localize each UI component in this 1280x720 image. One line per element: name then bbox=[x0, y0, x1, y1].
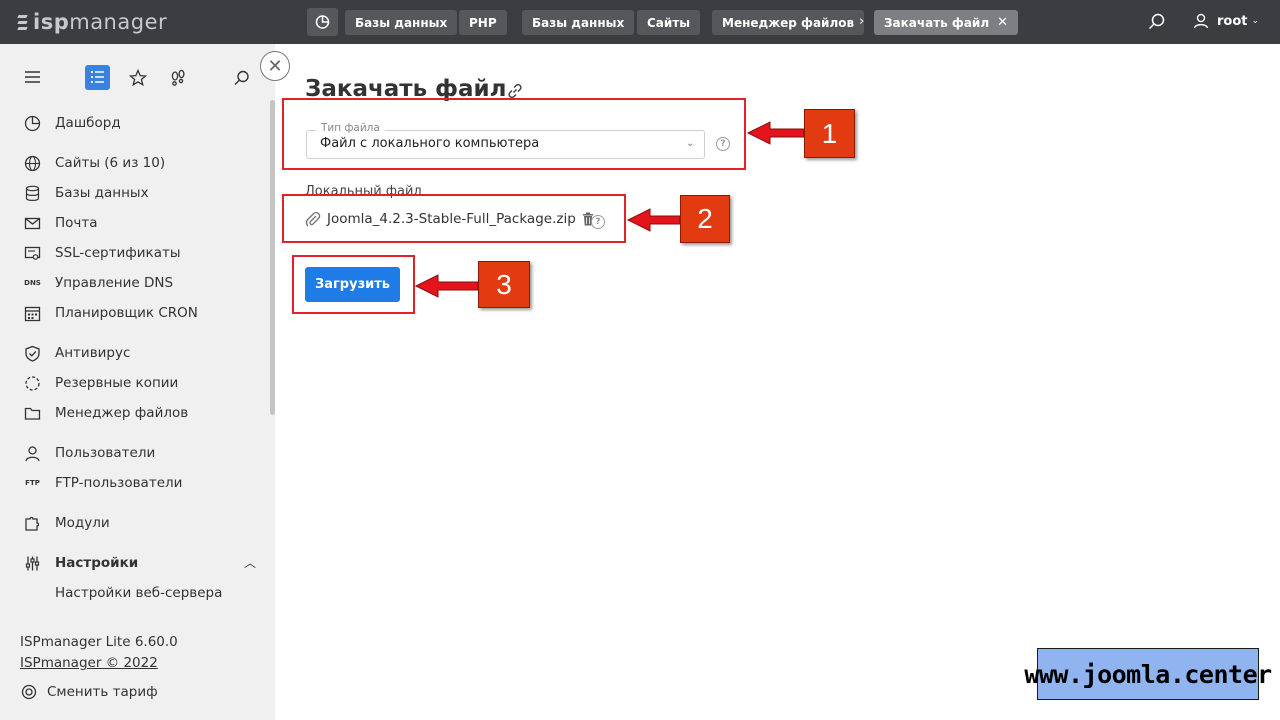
backup-icon bbox=[24, 375, 41, 392]
breadcrumb-separator: › bbox=[859, 14, 865, 29]
breadcrumb-home-button[interactable] bbox=[307, 8, 338, 36]
user-menu[interactable]: root ⌄ bbox=[1193, 13, 1259, 29]
watermark: www.joomla.center bbox=[1024, 648, 1272, 700]
tariff-icon bbox=[20, 684, 37, 701]
breadcrumb-file-manager[interactable]: Менеджер файлов bbox=[712, 10, 865, 35]
sidebar-item-antivirus[interactable]: Антивирус bbox=[24, 343, 130, 363]
annotation-badge-2: 2 bbox=[680, 195, 730, 243]
sidebar-item-sites[interactable]: Сайты (6 из 10) bbox=[24, 153, 165, 173]
menu-icon[interactable] bbox=[24, 70, 41, 84]
copyright-link[interactable]: ISPmanager © 2022 bbox=[20, 655, 158, 671]
sidebar-item-web-server-settings[interactable]: Настройки веб-сервера bbox=[55, 585, 222, 601]
sidebar-item-settings[interactable]: Настройки bbox=[24, 553, 138, 573]
list-icon bbox=[91, 71, 104, 83]
annotation-arrow-1 bbox=[746, 121, 805, 145]
annotation-box-1 bbox=[282, 98, 746, 170]
dashboard-icon bbox=[315, 15, 330, 29]
dns-icon: DNS bbox=[24, 279, 41, 287]
breadcrumb-sites[interactable]: Сайты bbox=[637, 10, 701, 35]
logo[interactable]: ispmanager bbox=[17, 9, 167, 35]
user-name: root bbox=[1217, 13, 1248, 29]
shield-icon bbox=[24, 345, 41, 362]
annotation-arrow-2 bbox=[626, 208, 681, 232]
breadcrumb-php[interactable]: PHP bbox=[459, 10, 507, 35]
breadcrumb-databases-2[interactable]: Базы данных bbox=[522, 10, 635, 35]
sidebar-item-ssl[interactable]: SSL-сертификаты bbox=[24, 243, 181, 263]
close-panel-button[interactable]: ✕ bbox=[260, 51, 290, 81]
sidebar-item-file-manager[interactable]: Менеджер файлов bbox=[24, 403, 188, 423]
sidebar-item-users[interactable]: Пользователи bbox=[24, 443, 155, 463]
sliders-icon bbox=[24, 555, 41, 572]
footprints-icon[interactable] bbox=[169, 69, 187, 87]
annotation-badge-3: 3 bbox=[478, 261, 530, 308]
user-icon bbox=[24, 445, 41, 462]
sidebar-item-dashboard[interactable]: Дашборд bbox=[24, 113, 121, 133]
sidebar-scrollbar[interactable] bbox=[270, 100, 275, 415]
star-icon[interactable] bbox=[129, 69, 147, 87]
logo-mark-icon bbox=[17, 14, 28, 30]
user-icon bbox=[1193, 13, 1209, 29]
breadcrumb-databases[interactable]: Базы данных bbox=[345, 10, 458, 35]
folder-icon bbox=[24, 405, 41, 422]
change-plan-link[interactable]: Сменить тариф bbox=[20, 682, 158, 702]
chevron-down-icon: ⌄ bbox=[1251, 16, 1260, 26]
annotation-box-3 bbox=[292, 255, 415, 314]
sidebar-item-backups[interactable]: Резервные копии bbox=[24, 373, 178, 393]
search-icon[interactable] bbox=[1147, 12, 1167, 32]
sidebar-item-dns[interactable]: DNS Управление DNS bbox=[24, 273, 173, 293]
annotation-arrow-3 bbox=[414, 274, 479, 298]
dashboard-icon bbox=[24, 115, 41, 132]
puzzle-icon bbox=[24, 515, 41, 532]
close-tab-icon[interactable]: ✕ bbox=[997, 15, 1008, 30]
top-bar: ispmanager Базы данных PHP Базы данных С… bbox=[0, 0, 1280, 44]
sidebar-item-modules[interactable]: Модули bbox=[24, 513, 110, 533]
annotation-box-2 bbox=[282, 194, 626, 243]
sidebar-item-mail[interactable]: Почта bbox=[24, 213, 98, 233]
search-icon[interactable] bbox=[233, 69, 251, 87]
globe-icon bbox=[24, 155, 41, 172]
certificate-icon bbox=[24, 245, 41, 262]
tab-menu-list[interactable] bbox=[85, 65, 110, 90]
version-label: ISPmanager Lite 6.60.0 bbox=[20, 634, 178, 650]
database-icon bbox=[24, 185, 41, 202]
sidebar-item-ftp-users[interactable]: FTP FTP-пользователи bbox=[24, 473, 182, 493]
ftp-icon: FTP bbox=[25, 478, 40, 487]
chevron-up-icon[interactable]: ︿ bbox=[244, 554, 256, 571]
annotation-badge-1: 1 bbox=[804, 109, 855, 158]
sidebar: Дашборд Сайты (6 из 10) Базы данных Почт… bbox=[0, 44, 275, 720]
breadcrumb-upload-file[interactable]: Закачать файл ✕ bbox=[874, 10, 1019, 35]
calendar-icon bbox=[24, 305, 41, 322]
sidebar-item-databases[interactable]: Базы данных bbox=[24, 183, 149, 203]
mail-icon bbox=[24, 215, 41, 232]
close-icon: ✕ bbox=[267, 55, 283, 77]
sidebar-item-cron[interactable]: Планировщик CRON bbox=[24, 303, 198, 323]
